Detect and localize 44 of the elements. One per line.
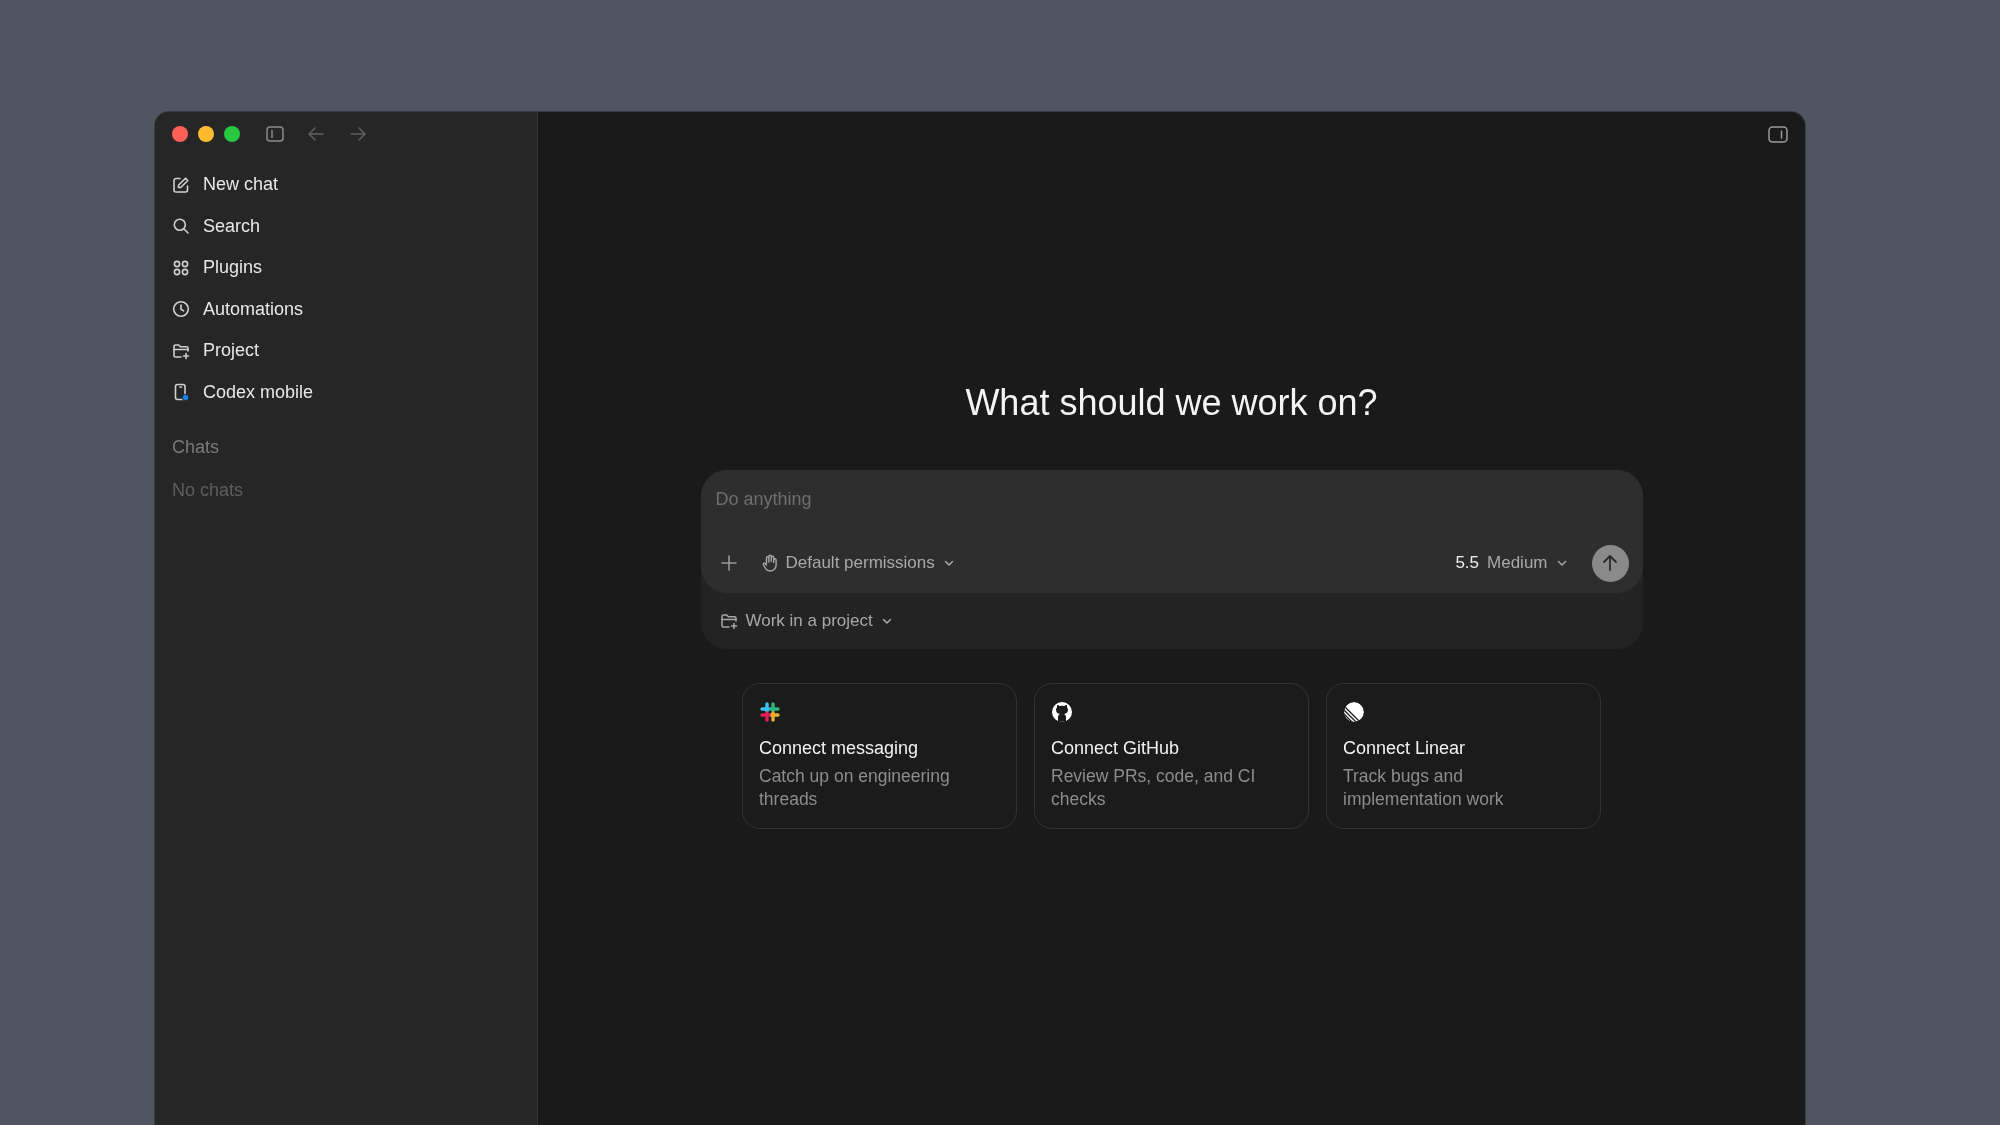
grid-icon xyxy=(172,258,190,277)
folder-plus-icon xyxy=(172,341,190,360)
folder-plus-icon xyxy=(719,612,738,630)
sidebar-item[interactable]: Codex mobile xyxy=(172,371,520,413)
section-title: Chats xyxy=(172,437,221,458)
striped-circle-icon xyxy=(1343,701,1365,723)
four-color-hash-icon xyxy=(759,701,781,723)
close-window-button[interactable] xyxy=(172,126,188,142)
phone-icon xyxy=(172,383,190,402)
panel-toggle-icon[interactable] xyxy=(1768,126,1788,143)
arrow-up-icon xyxy=(1602,554,1618,572)
empty-state-text: No chats xyxy=(172,480,245,501)
connect-card[interactable]: Connect messaging Catch up on engineering threads xyxy=(742,683,1017,829)
card-description: Track bugs and implementation work xyxy=(1343,765,1505,811)
cat-logo-icon xyxy=(1051,701,1073,723)
card-title: Connect Linear xyxy=(1343,738,1467,759)
card-description: Catch up on engineering threads xyxy=(759,765,951,811)
plus-icon[interactable] xyxy=(719,554,738,572)
prompt-input[interactable]: Do anything xyxy=(715,487,1629,511)
connect-card[interactable]: Connect Linear Track bugs and implementation work xyxy=(1326,683,1601,829)
back-arrow-icon[interactable] xyxy=(308,127,324,141)
card-description: Review PRs, code, and CI checks xyxy=(1051,765,1257,811)
effort-dropdown[interactable]: Medium xyxy=(1487,553,1568,573)
zoom-window-button[interactable] xyxy=(224,126,240,142)
search-icon xyxy=(172,217,190,236)
hand-icon xyxy=(761,554,778,572)
sidebar-item[interactable]: New chat xyxy=(172,164,520,206)
card-title: Connect messaging xyxy=(759,738,920,759)
page-heading: What should we work on? xyxy=(965,382,1378,424)
forward-arrow-icon[interactable] xyxy=(350,127,366,141)
model-version: 5.5 xyxy=(1455,553,1480,573)
project-dropdown[interactable]: Work in a project xyxy=(719,611,893,631)
clock-icon xyxy=(172,300,190,319)
send-button[interactable] xyxy=(1591,544,1629,582)
sidebar-item[interactable]: Automations xyxy=(172,288,520,330)
connect-card[interactable]: Connect GitHub Review PRs, code, and CI checks xyxy=(1034,683,1309,829)
card-title: Connect GitHub xyxy=(1051,738,1181,759)
sidebar-item[interactable]: Plugins xyxy=(172,247,520,289)
minimize-window-button[interactable] xyxy=(198,126,214,142)
sidebar-toggle-icon[interactable] xyxy=(266,126,284,142)
sidebar-item[interactable]: Project xyxy=(172,330,520,372)
pencil-square-icon xyxy=(172,175,190,194)
sidebar-item[interactable]: Search xyxy=(172,205,520,247)
permissions-dropdown[interactable]: Default permissions xyxy=(761,553,955,573)
